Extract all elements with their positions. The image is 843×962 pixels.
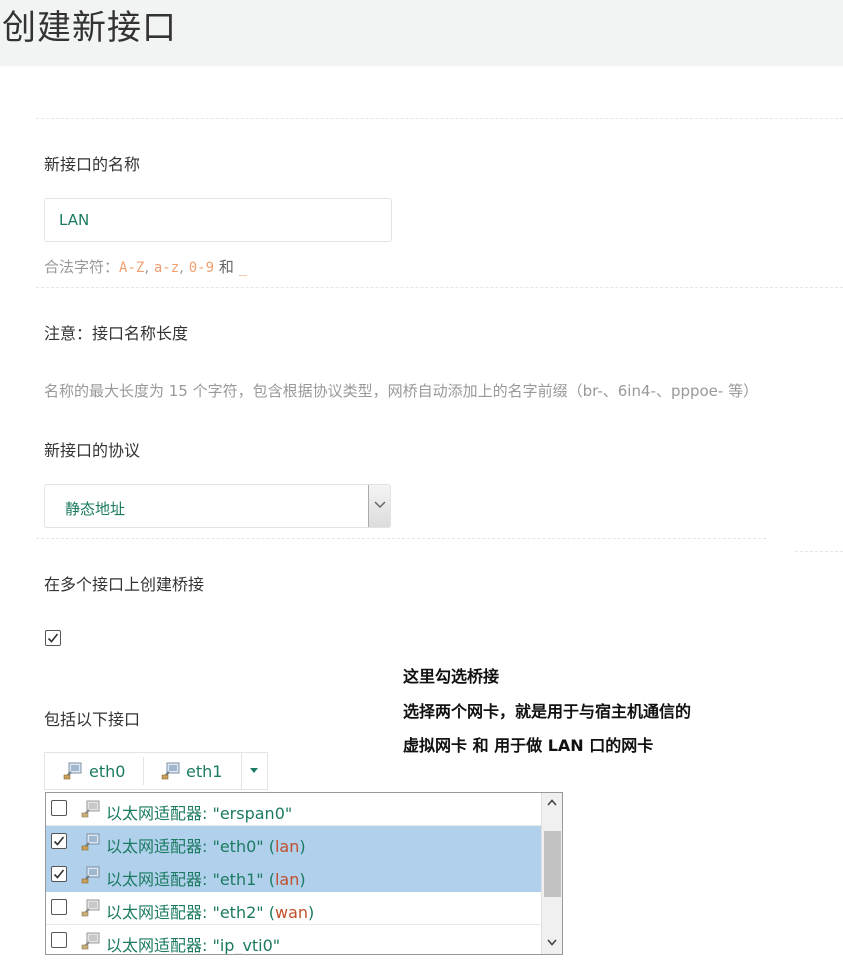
notice-text: 名称的最大长度为 15 个字符，包含根据协议类型，网桥自动添加上的名字前缀（br… (44, 382, 759, 400)
divider (36, 538, 766, 539)
option-checkbox[interactable] (51, 833, 67, 849)
list-item-ip-vti0[interactable]: 以太网适配器: "ip_vti0" (46, 925, 541, 955)
chip-label: eth0 (89, 762, 126, 781)
checkmark-icon (47, 633, 59, 643)
interface-name-value: LAN (59, 211, 90, 229)
list-item-erspan0[interactable]: 以太网适配器: "erspan0" (46, 793, 541, 826)
option-checkbox[interactable] (51, 932, 67, 948)
bridge-checkbox[interactable] (45, 630, 61, 646)
list-item-eth1[interactable]: 以太网适配器: "eth1" (lan) (46, 859, 541, 892)
zone-label: wan (274, 903, 309, 922)
divider (36, 287, 843, 288)
option-checkbox[interactable] (51, 800, 67, 816)
list-item-eth0[interactable]: 以太网适配器: "eth0" (lan) (46, 826, 541, 859)
scrollbar-thumb[interactable] (544, 831, 561, 897)
page-title: 创建新接口 (2, 8, 177, 48)
option-checkbox[interactable] (51, 899, 67, 915)
checkmark-icon (53, 869, 65, 879)
chip-separator (241, 753, 242, 789)
annotation-line-3: 虚拟网卡 和 用于做 LAN 口的网卡 (403, 736, 654, 755)
divider (36, 118, 843, 119)
ethernet-adapter-icon (63, 762, 82, 780)
include-label: 包括以下接口 (44, 710, 141, 729)
name-hint: 合法字符：A-Z, a-z, 0-9 和 _ (44, 258, 248, 276)
name-field-label: 新接口的名称 (44, 155, 141, 174)
option-label: 以太网适配器: "eth1" (lan) (106, 870, 306, 889)
zone-label: lan (274, 837, 300, 856)
interface-multiselect[interactable]: eth0 eth1 (44, 752, 268, 790)
ethernet-adapter-icon (81, 800, 100, 818)
ethernet-adapter-icon (81, 899, 100, 917)
interface-dropdown-list[interactable]: 以太网适配器: "erspan0" 以太网适配器: "eth0" (lan) 以… (45, 792, 563, 955)
scroll-up-icon[interactable] (547, 799, 557, 806)
dropdown-scrollbar[interactable] (541, 793, 562, 954)
interface-name-input[interactable]: LAN (44, 198, 392, 242)
option-label: 以太网适配器: "eth2" (wan) (106, 903, 315, 922)
chip-label: eth1 (186, 762, 223, 781)
page-header: 创建新接口 (0, 0, 843, 66)
chip-eth0[interactable]: eth0 (45, 753, 143, 789)
ethernet-adapter-icon (161, 762, 180, 780)
option-label: 以太网适配器: "erspan0" (106, 804, 293, 823)
notice-label: 注意：接口名称长度 (44, 324, 189, 343)
annotation-line-1: 这里勾选桥接 (403, 667, 500, 686)
ethernet-adapter-icon (81, 833, 100, 851)
ethernet-adapter-icon (81, 866, 100, 884)
protocol-select[interactable]: 静态地址 (44, 484, 391, 528)
divider (795, 551, 843, 552)
annotation-line-2: 选择两个网卡，就是用于与宿主机通信的 (403, 702, 692, 721)
list-item-eth2[interactable]: 以太网适配器: "eth2" (wan) (46, 892, 541, 925)
protocol-select-button[interactable] (368, 485, 390, 527)
chevron-down-icon[interactable] (250, 768, 258, 774)
chip-eth1[interactable]: eth1 (144, 753, 241, 789)
protocol-selected-value: 静态地址 (65, 500, 126, 518)
chevron-down-icon (374, 501, 386, 509)
scroll-down-icon[interactable] (547, 939, 557, 946)
option-checkbox[interactable] (51, 866, 67, 882)
protocol-label: 新接口的协议 (44, 441, 141, 460)
bridge-label: 在多个接口上创建桥接 (44, 575, 205, 594)
option-label: 以太网适配器: "eth0" (lan) (106, 837, 306, 856)
ethernet-adapter-icon (81, 932, 100, 950)
zone-label: lan (274, 870, 300, 889)
checkmark-icon (53, 836, 65, 846)
option-label: 以太网适配器: "ip_vti0" (106, 936, 281, 955)
